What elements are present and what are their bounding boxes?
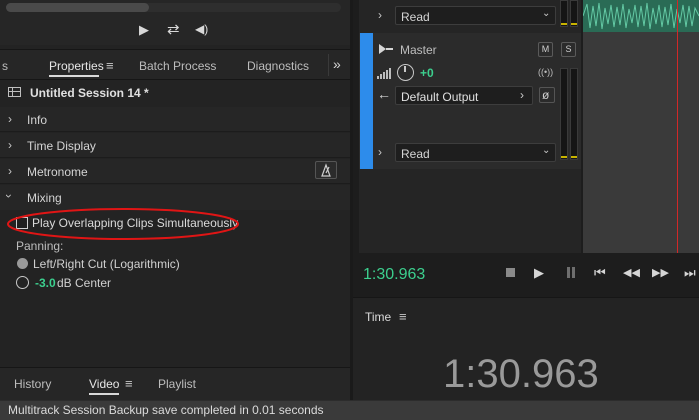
output-dropdown-label: Default Output [401, 90, 479, 104]
bottom-tabbar: History Video ≡ Playlist [0, 367, 350, 400]
go-to-start-icon[interactable]: ⏮ [594, 265, 606, 281]
session-title: Untitled Session 14 * [30, 86, 149, 100]
master-bus-icon [379, 44, 393, 54]
tab-menu-icon[interactable]: ≡ [106, 58, 114, 73]
output-arrow-icon: ← [377, 86, 391, 102]
play-icon[interactable]: ▶ [534, 265, 544, 281]
mute-button[interactable]: M [538, 42, 553, 57]
section-info[interactable]: › Info [0, 107, 350, 132]
chevron-down-icon: ⌄ [542, 8, 551, 19]
bottom-tab-menu-icon[interactable]: ≡ [125, 376, 133, 391]
chevron-down-icon: ⌄ [542, 145, 551, 156]
output-dropdown[interactable]: Default Output › [395, 86, 533, 105]
pan-db-label: dB Center [57, 276, 112, 290]
section-mixing-label: Mixing [27, 191, 62, 205]
master-track-name[interactable]: Master [400, 43, 437, 57]
meter-peak [561, 23, 567, 25]
section-metronome-label: Metronome [27, 165, 88, 179]
chevron-right-icon: › [8, 138, 12, 152]
transport-bar: 1:30.963 ▶ ⏮ ◀◀ ▶▶ ⏭ [353, 256, 699, 292]
active-tab-underline [49, 75, 99, 77]
scrollbar-thumb[interactable] [6, 3, 149, 12]
rewind-icon[interactable]: ◀◀ [623, 266, 640, 279]
tab-truncated[interactable]: s [2, 59, 8, 73]
metronome-icon [321, 163, 331, 177]
stop-icon[interactable] [506, 268, 515, 277]
fast-forward-icon[interactable]: ▶▶ [652, 266, 669, 279]
metronome-toggle-button[interactable] [315, 161, 337, 179]
tab-divider [328, 54, 329, 76]
master-track-accent [360, 33, 373, 169]
tab-overflow-icon[interactable]: » [333, 56, 341, 72]
timeline-area[interactable] [583, 0, 699, 253]
phase-invert-button[interactable]: ø [539, 87, 555, 103]
pan-db-value[interactable]: -3.0 [35, 276, 56, 290]
volume-knob[interactable] [397, 64, 414, 81]
meter-peak [571, 156, 577, 158]
master-meter-left [560, 68, 568, 160]
output-audio-icon[interactable]: ◀) [195, 22, 208, 36]
tab-playlist[interactable]: Playlist [158, 377, 196, 391]
chevron-right-icon: › [8, 164, 12, 178]
automation-read-dropdown-top[interactable]: Read ⌄ [395, 6, 556, 25]
time-display: 1:30.963 [443, 352, 599, 396]
time-panel-menu-icon[interactable]: ≡ [399, 309, 407, 324]
automation-read-dropdown-master[interactable]: Read ⌄ [395, 143, 556, 162]
transport-time[interactable]: 1:30.963 [363, 266, 425, 284]
read-dropdown-label: Read [401, 147, 430, 161]
tab-diagnostics[interactable]: Diagnostics [247, 59, 309, 73]
phase-invert-icon: ø [542, 88, 550, 102]
loop-icon[interactable]: ⇄ [167, 20, 180, 38]
chevron-right-icon[interactable]: › [378, 8, 382, 22]
master-meter-right [570, 68, 578, 160]
volume-bars-icon [377, 68, 391, 79]
tab-batch-process[interactable]: Batch Process [139, 59, 216, 73]
chevron-right-icon: › [520, 88, 524, 102]
play-icon[interactable]: ▶ [139, 22, 149, 38]
meter-peak [561, 156, 567, 158]
status-message: Multitrack Session Backup save completed… [8, 403, 324, 417]
session-grid-icon [8, 87, 21, 97]
panning-radio-center[interactable] [16, 276, 29, 289]
playhead[interactable] [677, 0, 678, 253]
time-panel-title: Time [365, 310, 392, 324]
panning-label: Panning: [16, 239, 64, 253]
chevron-down-icon: › [2, 194, 16, 198]
properties-panel: Untitled Session 14 * › Info › Time Disp… [0, 80, 350, 367]
volume-value[interactable]: +0 [420, 66, 434, 80]
tab-history[interactable]: History [14, 377, 51, 391]
section-time-display-label: Time Display [27, 139, 96, 153]
go-to-end-icon[interactable]: ⏭ [684, 265, 696, 281]
tab-video[interactable]: Video [89, 377, 119, 391]
panning-radio-logarithmic[interactable] [17, 258, 28, 269]
stereo-link-icon[interactable]: ((•)) [538, 67, 553, 77]
status-bar: Multitrack Session Backup save completed… [0, 400, 699, 420]
panning-option-logarithmic[interactable]: Left/Right Cut (Logarithmic) [33, 257, 180, 271]
tab-properties[interactable]: Properties [49, 59, 104, 73]
preview-controls-bar: ▶ ⇄ ◀) [0, 0, 350, 45]
panel-tabbar: s Properties ≡ Batch Process Diagnostics… [0, 49, 350, 80]
section-info-label: Info [27, 113, 48, 127]
time-panel: Time ≡ 1:30.963 [353, 297, 699, 400]
solo-button[interactable]: S [561, 42, 576, 57]
meter-peak [571, 23, 577, 25]
chevron-right-icon: › [8, 112, 12, 126]
pause-icon[interactable] [566, 267, 576, 278]
chevron-right-icon[interactable]: › [378, 145, 382, 159]
section-metronome[interactable]: › Metronome [0, 159, 350, 184]
read-dropdown-label: Read [401, 10, 430, 24]
red-annotation-ellipse [7, 208, 239, 240]
waveform-graphic [583, 2, 699, 30]
active-tab-underline [89, 393, 119, 395]
audio-waveform[interactable] [583, 0, 699, 32]
section-time-display[interactable]: › Time Display [0, 133, 350, 158]
